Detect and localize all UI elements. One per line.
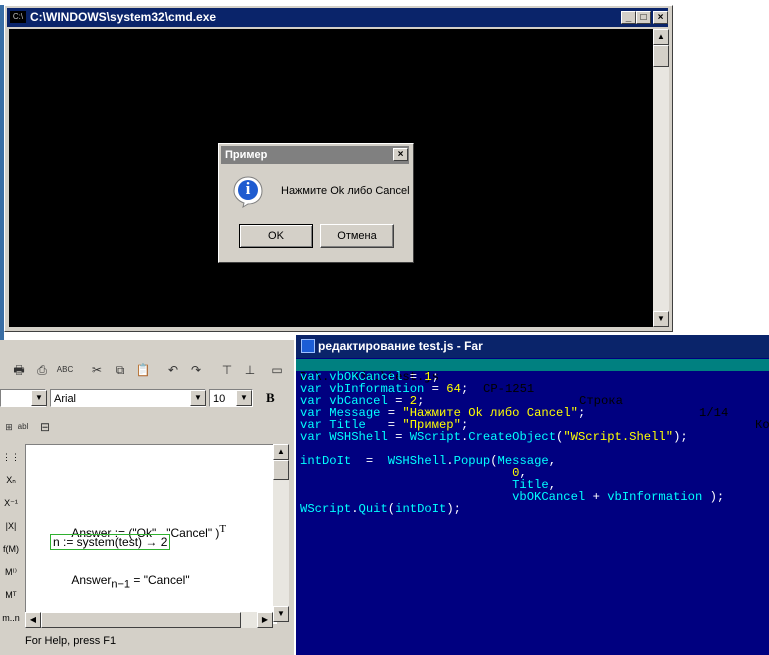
code-token: 64	[446, 382, 461, 396]
far-code-area[interactable]: var vbOKCancel = 1; var vbInformation = 6…	[296, 371, 769, 655]
scroll-up-icon[interactable]: ▲	[653, 29, 669, 45]
code-line[interactable]: var WSHShell = WScript.CreateObject("WSc…	[300, 431, 688, 443]
code-token: WScript	[300, 502, 352, 516]
ws-scroll-right-icon[interactable]: ▶	[257, 612, 273, 628]
code-token: Quit	[358, 502, 388, 516]
code-token: =	[424, 382, 447, 396]
far-app-icon	[301, 339, 315, 353]
expression-result[interactable]: Answern−1 = "Cancel"	[52, 559, 189, 604]
palette-button[interactable]: ⋮⋮	[1, 448, 21, 466]
code-token: CreateObject	[468, 430, 557, 444]
cancel-button[interactable]: Отмена	[320, 224, 394, 248]
worksheet-vscroll[interactable]: ▲ ▼	[273, 444, 289, 622]
code-token: "WScript.Shell"	[563, 430, 674, 444]
copy-icon[interactable]: ⧉	[111, 361, 129, 379]
code-token: WSHShell	[329, 430, 388, 444]
palette-button[interactable]: X⁻¹	[1, 494, 21, 512]
code-token: );	[446, 502, 461, 516]
palette-button[interactable]: |X|	[1, 517, 21, 535]
bold-button[interactable]: B	[266, 390, 275, 406]
code-token: intDoIt	[395, 502, 447, 516]
scroll-thumb[interactable]	[653, 45, 669, 67]
far-title-bar[interactable]: редактирование test.js - Far	[296, 335, 769, 358]
ws-scroll-thumb[interactable]	[273, 460, 289, 480]
code-token: .	[351, 502, 359, 516]
font-select[interactable]: Arial	[50, 389, 206, 407]
dialog-title-text: Пример	[225, 149, 268, 161]
code-token: vbOKCancel	[512, 490, 586, 504]
dialog-close-button[interactable]: ×	[393, 148, 408, 161]
message-dialog[interactable]: Пример × i Нажмите Ok либо Cancel OK Отм…	[218, 143, 414, 263]
cmd-title-text: C:\WINDOWS\system32\cmd.exe	[30, 10, 217, 24]
align-top-icon[interactable]: ⊤	[218, 361, 236, 379]
tab-text-icon[interactable]: abl	[14, 418, 32, 436]
cut-icon[interactable]: ✂	[88, 361, 106, 379]
tab-grid-icon[interactable]: ⊟	[36, 418, 54, 436]
info-icon-glyph: i	[245, 179, 251, 198]
code-token: );	[702, 490, 725, 504]
worksheet[interactable]: Answer := ("Ok" "Cancel" )T n := system(…	[25, 444, 277, 624]
code-token: ;	[577, 406, 586, 420]
paste-icon[interactable]: 📋	[134, 361, 152, 379]
insert-icon[interactable]: ▭	[268, 361, 286, 379]
code-line[interactable]: WScript.Quit(intDoIt);	[300, 503, 461, 515]
mathcad-window[interactable]: 🖶 ⎙ ABC ✂ ⧉ 📋 ↶ ↷ ⊤ ⊥ ▭ ▼ Arial ▼ 10 ▼ B…	[0, 340, 294, 655]
palette-button[interactable]: M⁽⁾	[1, 563, 21, 581]
far-editor-window[interactable]: редактирование test.js - Far D:\...undoc…	[296, 335, 769, 655]
ws-scroll-left-icon[interactable]: ◀	[25, 612, 41, 628]
undo-icon[interactable]: ↶	[164, 361, 182, 379]
palette-button[interactable]: f(M)	[1, 540, 21, 558]
font-dropdown-icon[interactable]: ▼	[190, 390, 206, 406]
scroll-down-icon[interactable]: ▼	[653, 311, 669, 327]
close-button[interactable]: ×	[653, 11, 668, 24]
ws-hscroll-thumb[interactable]	[41, 612, 241, 628]
dialog-title-bar[interactable]: Пример ×	[221, 146, 409, 164]
code-token: );	[673, 430, 688, 444]
minimize-button[interactable]: _	[621, 11, 636, 24]
code-token: +	[585, 490, 608, 504]
ws-scroll-up-icon[interactable]: ▲	[273, 444, 289, 460]
matrix-palette: ⋮⋮ Xₙ X⁻¹ |X| f(M) M⁽⁾ Mᵀ m..n	[0, 448, 22, 638]
print-preview-icon[interactable]: ⎙	[33, 361, 51, 379]
redo-icon[interactable]: ↷	[187, 361, 205, 379]
cmd-title-bar[interactable]: C:\ C:\WINDOWS\system32\cmd.exe _ □ ×	[7, 8, 668, 27]
ws-scroll-down-icon[interactable]: ▼	[273, 606, 289, 622]
cmd-app-icon: C:\	[10, 11, 26, 23]
math-tabs: ⊞ abl ⊟	[0, 416, 60, 438]
code-token: ,	[548, 454, 557, 468]
dialog-message: Нажмите Ok либо Cancel	[281, 185, 410, 197]
mathcad-toolbar: 🖶 ⎙ ABC ✂ ⧉ 📋 ↶ ↷ ⊤ ⊥ ▭	[0, 358, 294, 382]
expression-system[interactable]: n := system(test) → 2	[50, 534, 171, 550]
spell-check-icon[interactable]: ABC	[56, 361, 74, 379]
palette-button[interactable]: Mᵀ	[1, 586, 21, 604]
maximize-button[interactable]: □	[636, 11, 651, 24]
palette-button[interactable]: Xₙ	[1, 471, 21, 489]
info-icon: i	[233, 176, 263, 209]
cmd-scrollbar[interactable]: ▲ ▼	[653, 29, 669, 327]
code-token: =	[387, 430, 410, 444]
code-token: vbInformation	[607, 490, 703, 504]
status-text: For Help, press F1	[25, 635, 117, 647]
far-title-text: редактирование test.js - Far	[318, 339, 483, 353]
align-down-icon[interactable]: ⊥	[241, 361, 259, 379]
style-dropdown-icon[interactable]: ▼	[31, 390, 47, 406]
size-dropdown-icon[interactable]: ▼	[236, 390, 252, 406]
worksheet-hscroll[interactable]: ◀ ▶	[25, 612, 273, 628]
code-token: WScript	[409, 430, 461, 444]
palette-button[interactable]: m..n	[1, 609, 21, 627]
code-token: ;	[460, 382, 469, 396]
print-icon[interactable]: 🖶	[10, 361, 28, 379]
status-bar: For Help, press F1	[0, 630, 294, 655]
ok-button[interactable]: OK	[239, 224, 313, 248]
